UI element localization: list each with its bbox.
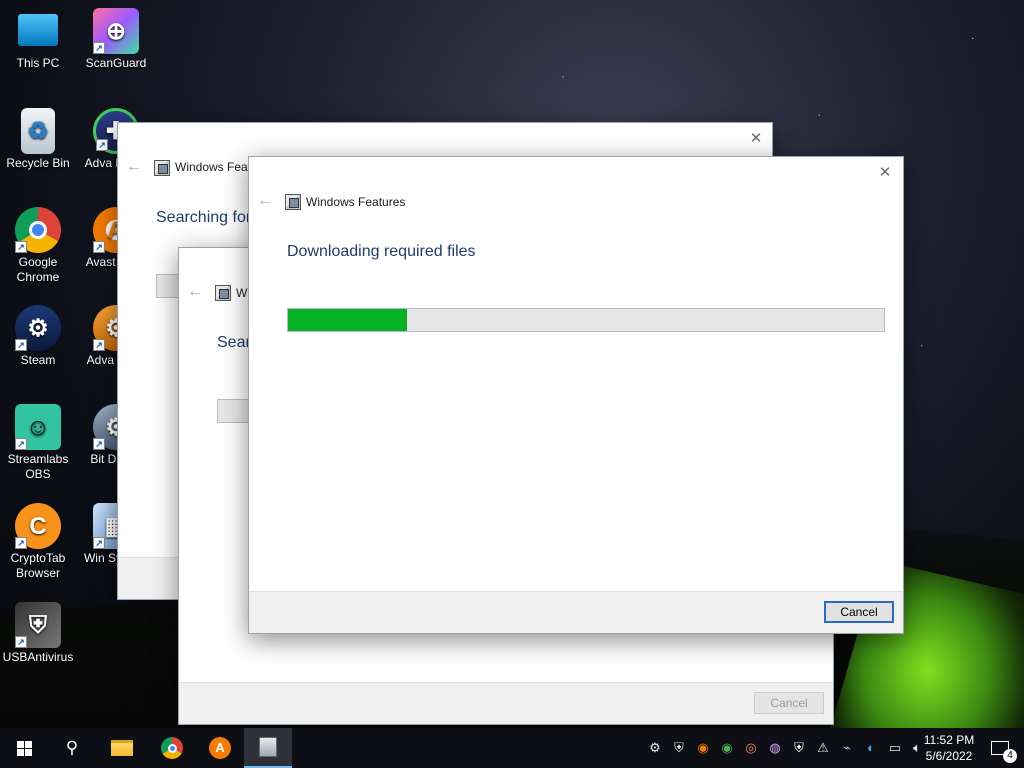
clock-time: 11:52 PM — [923, 733, 975, 747]
chrome-taskbar-button[interactable] — [148, 728, 196, 768]
desktop-icon-label: Google Chrome — [16, 255, 60, 284]
chrome-icon — [161, 737, 183, 759]
close-icon[interactable]: ✕ — [875, 163, 895, 183]
update-tray-icon[interactable]: ◎ — [743, 740, 759, 756]
desktop-icon-label: CryptoTab Browser — [10, 551, 66, 580]
computer-icon — [18, 14, 58, 46]
windows-security-tray-icon[interactable]: ⚠ — [815, 740, 831, 756]
dialog-title: Windows Feat — [175, 160, 252, 174]
shortcut-arrow-icon: ↗ — [93, 339, 105, 351]
dialog-footer: Cancel — [179, 682, 833, 724]
desktop-icon-label: Recycle Bin — [6, 156, 70, 170]
shortcut-arrow-icon: ↗ — [15, 636, 27, 648]
notification-count-badge: 4 — [1003, 749, 1017, 763]
windows-features-icon — [215, 285, 231, 301]
shortcut-arrow-icon: ↗ — [96, 139, 108, 151]
desktop-icon-google-chrome[interactable]: ↗ Google Chrome — [0, 207, 76, 285]
desktop-icon-label: ScanGuard — [85, 56, 147, 70]
network-icon[interactable]: ▭ — [887, 740, 903, 756]
security-tray-icon[interactable]: ⛨ — [791, 740, 807, 756]
back-arrow-icon[interactable]: ← — [257, 192, 273, 210]
shield-tray-icon[interactable]: ⛨ — [671, 740, 687, 756]
shortcut-arrow-icon: ↗ — [15, 537, 27, 549]
action-center-button[interactable]: 4 — [976, 728, 1024, 768]
clock[interactable]: 11:52 PM 5/6/2022 — [914, 732, 984, 764]
shortcut-arrow-icon: ↗ — [93, 537, 105, 549]
search-icon: ⚲ — [65, 738, 79, 757]
download-progress-bar — [287, 308, 885, 332]
folder-icon — [111, 740, 133, 756]
avast-tray-icon[interactable]: ◉ — [695, 740, 711, 756]
dialog-heading: Searching for — [156, 209, 252, 226]
desktop-icon-steam[interactable]: ⚙ ↗ Steam — [0, 305, 76, 368]
progress-fill — [288, 309, 408, 331]
chrome-tray-icon[interactable]: ◉ — [719, 740, 735, 756]
notification-icon: 4 — [991, 741, 1017, 763]
network-off-tray-icon[interactable]: ⌁ — [839, 740, 855, 756]
desktop-icon-label: Streamlabs OBS — [7, 452, 69, 481]
windows-features-icon — [285, 194, 301, 210]
scanguard-tray-icon[interactable]: ◍ — [767, 740, 783, 756]
search-button[interactable]: ⚲ — [48, 728, 96, 768]
dialog-title: Windows Features — [306, 195, 406, 209]
file-explorer-button[interactable] — [98, 728, 146, 768]
desktop-icon-recycle-bin[interactable]: ♻ Recycle Bin — [0, 108, 76, 171]
desktop-icon-usbantivirus[interactable]: ⛨ ↗ USBAntivirus — [0, 602, 76, 665]
dialog-title: W — [236, 286, 248, 300]
cancel-button[interactable]: Cancel — [824, 601, 894, 623]
windows-features-icon — [259, 737, 277, 757]
cancel-button[interactable]: Cancel — [754, 692, 824, 714]
desktop-icon-streamlabs-obs[interactable]: ☺ ↗ Streamlabs OBS — [0, 404, 76, 482]
start-button[interactable] — [0, 728, 48, 768]
desktop-icon-label: USBAntivirus — [2, 650, 74, 664]
windows-features-taskbar-button[interactable] — [244, 728, 292, 768]
taskbar: ⚲ A ⚙ ⛨ ◉ ◉ ◎ ◍ ⛨ ⚠ ⌁ ◐ ▭ 🔈︎ 11:52 PM 5/… — [0, 728, 1024, 768]
shortcut-arrow-icon: ↗ — [15, 339, 27, 351]
windows-features-dialog: ✕ ← Windows Features Downloading require… — [248, 156, 904, 634]
dialog-footer: Cancel — [249, 591, 903, 633]
shortcut-arrow-icon: ↗ — [93, 42, 105, 54]
close-icon[interactable]: ✕ — [746, 129, 766, 149]
streamlabs-icon: ☺ ↗ — [15, 404, 61, 450]
cryptotab-icon: C ↗ — [15, 503, 61, 549]
desktop-icon-cryptotab-browser[interactable]: C ↗ CryptoTab Browser — [0, 503, 76, 581]
desktop-icon-this-pc[interactable]: This PC — [0, 8, 76, 71]
usb-shield-icon: ⛨ ↗ — [15, 602, 61, 648]
avast-browser-icon: A — [209, 737, 231, 759]
shortcut-arrow-icon: ↗ — [93, 241, 105, 253]
desktop-icon-label: Steam — [20, 353, 56, 367]
avast-browser-taskbar-button[interactable]: A — [196, 728, 244, 768]
back-arrow-icon: ← — [187, 283, 203, 300]
back-arrow-icon: ← — [126, 158, 142, 175]
clock-date: 5/6/2022 — [925, 749, 973, 763]
scanguard-icon: ⊕ ↗ — [93, 8, 139, 54]
windows-features-icon — [154, 160, 170, 176]
edge-tray-icon[interactable]: ◐ — [863, 740, 879, 756]
steam-icon: ⚙ ↗ — [15, 305, 61, 351]
desktop-icon-label: This PC — [16, 56, 60, 70]
shortcut-arrow-icon: ↗ — [93, 438, 105, 450]
chrome-icon: ↗ — [15, 207, 61, 253]
shortcut-arrow-icon: ↗ — [15, 438, 27, 450]
recycle-bin-icon: ♻ — [21, 108, 55, 154]
dialog-heading: Sear — [217, 334, 251, 351]
settings-tray-icon[interactable]: ⚙ — [647, 740, 663, 756]
shortcut-arrow-icon: ↗ — [15, 241, 27, 253]
dialog-heading: Downloading required files — [287, 243, 476, 260]
desktop-icon-scanguard[interactable]: ⊕ ↗ ScanGuard — [78, 8, 154, 71]
windows-logo-icon — [16, 740, 32, 756]
